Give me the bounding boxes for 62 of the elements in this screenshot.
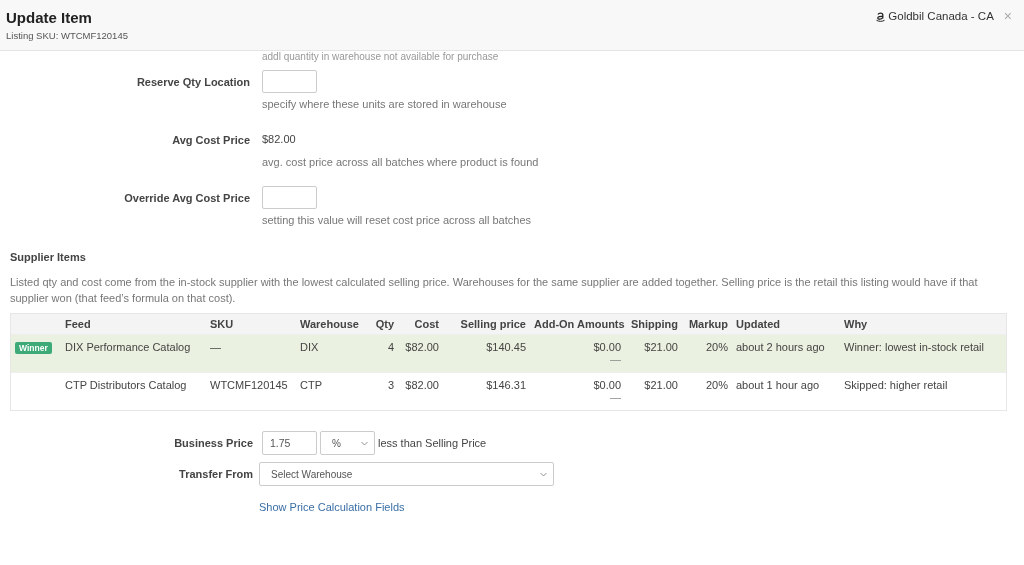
store-name: Goldbil Canada - CA xyxy=(888,10,994,22)
table-cell-text: DIX xyxy=(299,341,320,353)
table-cell-text: DIX Performance Catalog xyxy=(64,341,192,353)
column-header: Shipping xyxy=(629,318,679,330)
field-hint: setting this value will reset cost price across all batches xyxy=(262,214,532,226)
field-hint: addl quantity in warehouse not available for purchase xyxy=(262,51,500,63)
table-cell: — xyxy=(610,353,621,365)
column-header: Cost xyxy=(413,318,440,330)
table-cell: — xyxy=(610,391,621,403)
table-cell-text: about 2 hours ago xyxy=(735,341,826,353)
table-cell-text: about 1 hour ago xyxy=(735,379,821,391)
selected-table-row[interactable]: Winner DIX Performance Catalog — DIX 4 $82.00 $140.45 $0.00 — $21.00 20% about 2 hours ago Winner: lowest in-stock retail xyxy=(11,334,1006,372)
table-cell-text: $82.00 xyxy=(404,379,440,391)
table-cell-text: WTCMF120145 xyxy=(209,379,289,391)
table-cell-text: 20% xyxy=(704,379,729,391)
column-header: Updated xyxy=(735,318,781,330)
show-fields-link[interactable]: Show Price Calculation Fields xyxy=(259,501,1024,513)
unit-dropdown[interactable]: % xyxy=(320,431,375,455)
column-header: Markup xyxy=(687,318,729,330)
chevron-icon xyxy=(540,471,547,477)
table-cell: $0.00 xyxy=(593,341,621,353)
table-cell-text: $21.00 xyxy=(643,341,679,353)
listing-sku: Listing SKU: WTCMF120145 xyxy=(6,30,128,41)
column-header: Selling price xyxy=(459,318,527,330)
table-cell-text: $21.00 xyxy=(643,379,679,391)
field-value: $82.00 xyxy=(262,132,297,147)
section-title: Supplier Items xyxy=(10,251,87,263)
table-cell-text: $140.45 xyxy=(485,341,527,353)
modal-title: Update Item xyxy=(6,9,93,27)
table-cell-text: Skipped: higher retail xyxy=(843,379,949,391)
field-label: Override Avg Cost Price xyxy=(123,191,250,204)
table-cell-text: CTP xyxy=(299,379,323,391)
table-cell-text: 3 xyxy=(386,379,395,391)
column-header: Warehouse xyxy=(299,318,360,330)
warehouse-dropdown[interactable]: Select Warehouse xyxy=(259,462,554,486)
column-header: Feed xyxy=(64,318,92,330)
section-description: Listed qty and cost come from the in-stock supplier with the lowest calculated selling price. Warehouses for the same supplier are added together. Selling price is the retail this listing would have if that supplier won (that feed’s formula on that cost). xyxy=(10,275,979,306)
column-header: Why xyxy=(843,318,869,330)
column-header: Add-On Amounts xyxy=(533,318,625,330)
field-label: Transfer From xyxy=(178,468,253,480)
table-cell-text: CTP Distributors Catalog xyxy=(64,379,188,391)
table-cell-text: — xyxy=(209,341,222,353)
input-field[interactable] xyxy=(262,70,317,93)
column-header: SKU xyxy=(209,318,235,330)
field-label: Business Price xyxy=(173,437,253,449)
input-field[interactable] xyxy=(262,186,317,209)
table-cell: $0.00 xyxy=(593,379,621,391)
field-label: Reserve Qty Location xyxy=(135,75,250,88)
table-cell-text: 4 xyxy=(386,341,395,353)
field-suffix: less than Selling Price xyxy=(378,437,487,449)
chevron-icon xyxy=(361,440,368,446)
table-cell-text: Winner: lowest in-stock retail xyxy=(843,341,985,353)
field-hint: avg. cost price across all batches where product is found xyxy=(262,156,540,168)
winner-badge: Winner xyxy=(15,342,52,354)
logo-icon xyxy=(876,10,886,22)
table-cell-text: 20% xyxy=(704,341,729,353)
table-cell-text: $82.00 xyxy=(404,341,440,353)
field-hint: specify where these units are stored in warehouse xyxy=(262,98,508,110)
field-label: Avg Cost Price xyxy=(171,133,250,146)
table-cell-text: $146.31 xyxy=(485,379,527,391)
input-field[interactable]: 1.75 xyxy=(262,431,317,455)
column-header: Qty xyxy=(374,318,395,330)
